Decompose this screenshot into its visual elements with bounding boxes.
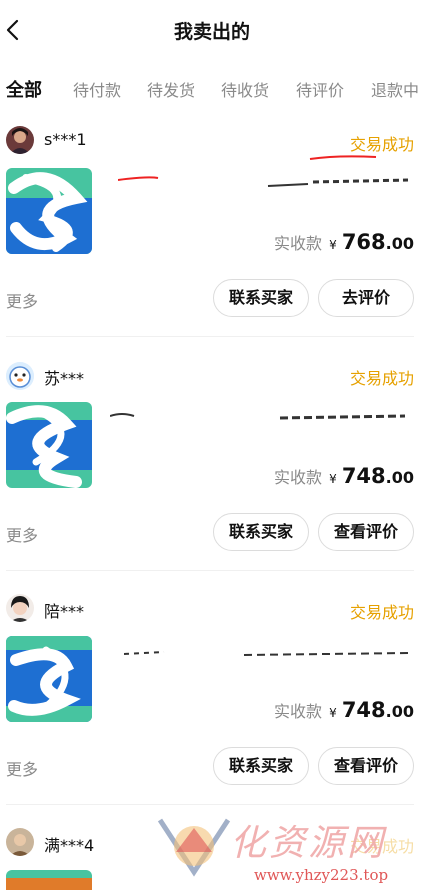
contact-buyer-button[interactable]: 联系买家 xyxy=(213,747,309,785)
more-link[interactable]: 更多 xyxy=(6,756,38,780)
currency-symbol: ¥ xyxy=(329,472,337,486)
price-integer: 748 xyxy=(341,464,386,488)
product-thumbnail[interactable] xyxy=(6,870,92,890)
review-button[interactable]: 去评价 xyxy=(318,279,414,317)
divider xyxy=(6,570,414,571)
buyer-name: 苏*** xyxy=(44,369,85,388)
price-decimal: .00 xyxy=(385,234,414,253)
page-title: 我卖出的 xyxy=(173,21,250,43)
redacted-title-strokes xyxy=(118,176,409,187)
header-bar: 我卖出的 xyxy=(0,0,424,58)
watermark-logo-icon xyxy=(157,818,231,877)
contact-buyer-button[interactable]: 联系买家 xyxy=(213,279,309,317)
currency-symbol: ¥ xyxy=(329,238,337,252)
received-amount: 实收款 ¥ 748.00 xyxy=(274,698,414,722)
received-label: 实收款 xyxy=(273,702,322,721)
view-review-button[interactable]: 查看评价 xyxy=(318,747,414,785)
buyer-name: 陪*** xyxy=(44,602,85,621)
redacted-title-strokes xyxy=(110,413,406,420)
order-status: 交易成功 xyxy=(349,603,414,622)
received-label: 实收款 xyxy=(273,234,322,253)
tab-active-indicator xyxy=(9,102,41,109)
received-amount: 实收款 ¥ 748.00 xyxy=(274,464,414,488)
watermark: 化资源网 www.yhzy223.top xyxy=(150,808,424,890)
currency-symbol: ¥ xyxy=(329,706,337,720)
product-thumbnail[interactable] xyxy=(6,402,92,488)
tab-pending-shipment[interactable]: 待发货 xyxy=(147,77,195,101)
product-thumbnail[interactable] xyxy=(6,168,92,254)
price-integer: 748 xyxy=(341,698,386,722)
price-integer: 768 xyxy=(341,230,386,254)
avatar[interactable] xyxy=(6,126,34,154)
avatar[interactable] xyxy=(6,362,34,390)
tab-all[interactable]: 全部 xyxy=(6,76,42,102)
more-link[interactable]: 更多 xyxy=(6,522,38,546)
divider xyxy=(6,804,414,805)
more-link[interactable]: 更多 xyxy=(6,288,38,312)
buyer-name: s***1 xyxy=(44,130,87,149)
contact-buyer-button[interactable]: 联系买家 xyxy=(213,513,309,551)
avatar[interactable] xyxy=(6,828,34,856)
received-label: 实收款 xyxy=(273,468,322,487)
tab-refunding[interactable]: 退款中 xyxy=(371,77,419,101)
order-tabs: 全部 待付款 待发货 待收货 待评价 退款中 xyxy=(0,72,424,112)
received-amount: 实收款 ¥ 768.00 xyxy=(274,230,414,254)
view-review-button[interactable]: 查看评价 xyxy=(318,513,414,551)
price-decimal: .00 xyxy=(385,702,414,721)
price-decimal: .00 xyxy=(385,468,414,487)
buyer-name: 满***4 xyxy=(44,836,95,855)
tab-pending-payment[interactable]: 待付款 xyxy=(73,77,121,101)
watermark-text: 化资源网 xyxy=(230,823,387,864)
divider xyxy=(6,336,414,337)
tab-pending-receipt[interactable]: 待收货 xyxy=(221,77,269,101)
tab-pending-review[interactable]: 待评价 xyxy=(296,77,344,101)
watermark-url: www.yhzy223.top xyxy=(254,866,389,884)
order-status: 交易成功 xyxy=(349,369,414,388)
redaction-scribble xyxy=(309,155,377,160)
avatar[interactable] xyxy=(6,594,34,622)
redacted-title-strokes xyxy=(124,651,410,656)
product-thumbnail[interactable] xyxy=(6,636,92,722)
